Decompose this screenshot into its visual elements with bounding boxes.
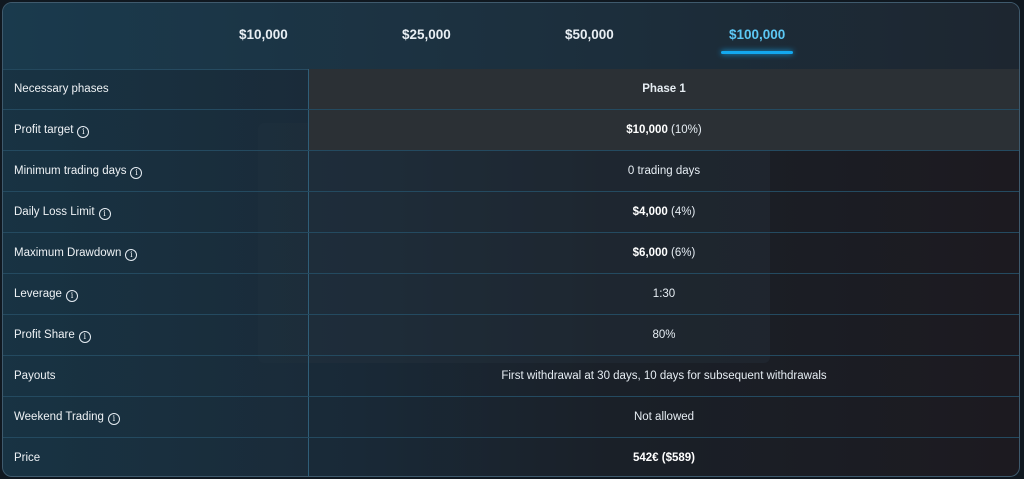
row-minimum-trading-days: Minimum trading days i 0 trading days xyxy=(3,151,1019,192)
row-label: Price xyxy=(14,452,41,464)
phase-link[interactable]: Phase 1 xyxy=(309,69,1019,109)
row-label: Daily Loss Limit i xyxy=(14,192,111,232)
row-price: Price 542€ ($589) xyxy=(3,438,1019,476)
info-circle-icon[interactable]: i xyxy=(98,208,111,220)
row-leverage: Leverage i 1:30 xyxy=(3,274,1019,315)
row-value: First withdrawal at 30 days, 10 days for… xyxy=(501,370,827,382)
row-payouts: Payouts First withdrawal at 30 days, 10 … xyxy=(3,356,1019,397)
row-label: Minimum trading days i xyxy=(14,151,143,191)
info-circle-icon[interactable]: i xyxy=(107,413,120,425)
row-label: Leverage i xyxy=(14,274,78,314)
row-label: Profit target i xyxy=(14,110,90,150)
row-value: Not allowed xyxy=(633,411,695,423)
row-profit-share: Profit Share i 80% xyxy=(3,315,1019,356)
row-value: $6,000 (6%) xyxy=(632,247,696,259)
row-necessary-phases: Necessary phases Phase 1 xyxy=(3,69,1019,110)
info-circle-icon[interactable]: i xyxy=(125,249,138,261)
pricing-card: $10,000 $25,000 $50,000 $100,000 Necessa… xyxy=(2,2,1020,477)
row-profit-target: Profit target i $10,000 (10%) xyxy=(3,110,1019,151)
row-value: 542€ ($589) xyxy=(632,452,696,464)
active-tab-underline xyxy=(721,51,793,54)
row-label: Profit Share i xyxy=(14,315,91,355)
tab-10000[interactable]: $10,000 xyxy=(239,27,288,42)
tab-50000[interactable]: $50,000 xyxy=(565,27,614,42)
info-circle-icon[interactable]: i xyxy=(65,290,78,302)
row-weekend-trading: Weekend Trading i Not allowed xyxy=(3,397,1019,438)
account-size-tabs: $10,000 $25,000 $50,000 $100,000 xyxy=(3,3,1019,70)
row-label: Maximum Drawdown i xyxy=(14,233,138,273)
tab-25000[interactable]: $25,000 xyxy=(402,27,451,42)
row-maximum-drawdown: Maximum Drawdown i $6,000 (6%) xyxy=(3,233,1019,274)
row-label: Weekend Trading i xyxy=(14,397,120,437)
row-value: 1:30 xyxy=(652,288,676,300)
row-value: 0 trading days xyxy=(627,165,701,177)
tab-100000[interactable]: $100,000 xyxy=(729,27,785,42)
info-circle-icon[interactable]: i xyxy=(130,167,143,179)
row-value: 80% xyxy=(652,329,676,341)
row-daily-loss-limit: Daily Loss Limit i $4,000 (4%) xyxy=(3,192,1019,233)
row-value: $10,000 (10%) xyxy=(626,124,702,136)
info-circle-icon[interactable]: i xyxy=(78,331,91,343)
info-circle-icon[interactable]: i xyxy=(77,126,90,138)
row-value: $4,000 (4%) xyxy=(632,206,696,218)
row-label: Necessary phases xyxy=(14,83,109,95)
row-label: Payouts xyxy=(14,370,56,382)
